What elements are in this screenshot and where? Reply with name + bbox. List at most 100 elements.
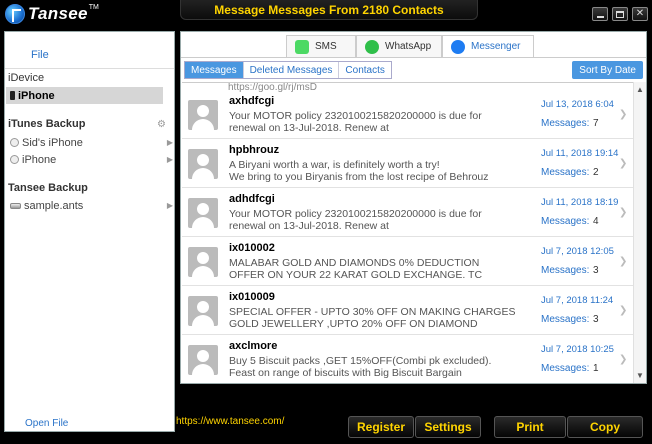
list-item[interactable]: axclmore Buy 5 Biscuit packs ,GET 15%OFF…	[182, 336, 633, 383]
tab-label: SMS	[315, 41, 337, 52]
chevron-right-icon: ❯	[619, 109, 628, 120]
scroll-down-icon[interactable]: ▼	[636, 371, 644, 380]
tansee-logo-icon	[5, 4, 25, 24]
messages-count: 4	[593, 216, 599, 227]
messages-count: 3	[593, 265, 599, 276]
window-controls: ✕	[592, 7, 648, 21]
avatar	[188, 149, 218, 179]
file-menu-link[interactable]: File	[31, 49, 49, 61]
message-preview: SPECIAL OFFER - UPTO 30% OFF ON MAKING C…	[229, 306, 519, 330]
sidebar: File iDevice iPhone iTunes Backup ⚙ Sid'…	[4, 31, 175, 432]
subtab-messages[interactable]: Messages	[185, 62, 244, 78]
preview-line: Your MOTOR policy 2320100215820200000 is…	[229, 208, 482, 220]
preview-line: renewal on 13-Jul-2018. Renew at	[229, 122, 389, 134]
register-button[interactable]: Register	[348, 416, 414, 438]
sender-name: axclmore	[229, 340, 278, 352]
messages-count: 1	[593, 363, 599, 374]
sidebar-item-iphone-backup[interactable]: iPhone ▶	[6, 151, 173, 168]
minimize-button[interactable]	[592, 7, 608, 21]
chevron-right-icon: ❯	[619, 207, 628, 218]
website-link[interactable]: https://www.tansee.com/	[176, 416, 284, 427]
minimize-icon	[596, 15, 604, 18]
chevron-right-icon: ❯	[619, 354, 628, 365]
tab-divider	[181, 57, 646, 58]
list-item[interactable]: hpbhrouz A Biryani worth a war, is defin…	[182, 140, 633, 188]
preview-line: Buy 5 Biscuit packs ,GET 15%OFF(Combi pk…	[229, 355, 492, 367]
sort-by-date-button[interactable]: Sort By Date	[572, 61, 643, 79]
whatsapp-icon	[365, 39, 379, 54]
sidebar-item-label: Sid's iPhone	[22, 136, 83, 149]
disk-icon	[10, 202, 21, 209]
messages-label: Messages:	[541, 265, 590, 276]
avatar	[188, 345, 218, 375]
message-preview: Your MOTOR policy 2320100215820200000 is…	[229, 110, 519, 134]
messages-count: 7	[593, 118, 599, 129]
itunes-icon	[10, 155, 19, 164]
sidebar-item-label: iPhone	[18, 89, 55, 102]
logo-text: Tansee	[28, 4, 88, 23]
copy-button[interactable]: Copy	[567, 416, 643, 438]
itunes-backup-section-title: iTunes Backup	[8, 118, 86, 130]
sidebar-item-iphone[interactable]: iPhone	[6, 87, 163, 104]
preview-line: SPECIAL OFFER - UPTO 30% OFF ON MAKING C…	[229, 306, 516, 318]
tab-sms[interactable]: SMS	[286, 35, 356, 57]
chevron-right-icon: ❯	[619, 305, 628, 316]
message-date: Jul 7, 2018 12:05	[541, 246, 614, 257]
subtab-deleted-messages[interactable]: Deleted Messages	[243, 62, 340, 78]
preview-line: Your MOTOR policy 2320100215820200000 is…	[229, 110, 482, 122]
message-date: Jul 13, 2018 6:04	[541, 99, 614, 110]
preview-line: A Biryani worth a war, is definitely wor…	[229, 159, 440, 171]
sender-name: ix010009	[229, 291, 275, 303]
sender-name: hpbhrouz	[229, 144, 280, 156]
tab-messenger[interactable]: Messenger	[442, 35, 534, 57]
chevron-right-icon: ▶	[166, 201, 173, 210]
maximize-icon	[616, 10, 624, 18]
message-date: Jul 11, 2018 19:14	[541, 148, 619, 159]
sender-name: adhdfcgi	[229, 193, 275, 205]
list-item[interactable]: axhdfcgi Your MOTOR policy 2320100215820…	[182, 91, 633, 139]
preview-line: GOLD JEWELLERY ,UPTO 20% OFF ON DIAMOND	[229, 318, 478, 330]
sender-name: axhdfcgi	[229, 95, 275, 107]
message-preview: A Biryani worth a war, is definitely wor…	[229, 159, 519, 183]
avatar	[188, 198, 218, 228]
phone-icon	[10, 91, 15, 100]
sidebar-item-label: iPhone	[22, 153, 57, 166]
preview-line: We bring to you Biryanis from the lost r…	[229, 171, 489, 183]
chevron-right-icon: ❯	[619, 158, 628, 169]
avatar	[188, 100, 218, 130]
settings-button[interactable]: Settings	[415, 416, 481, 438]
title-bar: Tansee TM Message Messages From 2180 Con…	[0, 0, 652, 28]
scroll-up-icon[interactable]: ▲	[636, 85, 644, 94]
chevron-right-icon: ▶	[166, 138, 173, 147]
messages-label: Messages:	[541, 118, 590, 129]
list-item[interactable]: adhdfcgi Your MOTOR policy 2320100215820…	[182, 189, 633, 237]
maximize-button[interactable]	[612, 7, 628, 21]
avatar	[188, 247, 218, 277]
preview-line: renewal on 13-Jul-2018. Renew at	[229, 220, 389, 232]
subtab-contacts[interactable]: Contacts	[339, 62, 391, 78]
close-button[interactable]: ✕	[632, 7, 648, 21]
message-date: Jul 11, 2018 18:19	[541, 197, 619, 208]
preview-line: OFFER ON YOUR 22 KARAT GOLD EXCHANGE. TC	[229, 269, 483, 281]
messages-count: 3	[593, 314, 599, 325]
itunes-icon	[10, 138, 19, 147]
messages-label: Messages:	[541, 314, 590, 325]
open-file-link[interactable]: Open File	[25, 418, 68, 429]
sidebar-item-sids-iphone[interactable]: Sid's iPhone ▶	[6, 134, 173, 151]
print-button[interactable]: Print	[494, 416, 566, 438]
sms-icon	[295, 39, 309, 54]
tab-label: WhatsApp	[385, 41, 432, 52]
close-icon: ✕	[635, 8, 645, 19]
list-item[interactable]: ix010002 MALABAR GOLD AND DIAMONDS 0% DE…	[182, 238, 633, 286]
window-title: Message Messages From 2180 Contacts	[180, 0, 478, 20]
sidebar-item-sample-ants[interactable]: sample.ants ▶	[6, 197, 173, 214]
chevron-right-icon: ❯	[619, 256, 628, 267]
gear-icon[interactable]: ⚙	[157, 119, 166, 130]
sender-name: ix010002	[229, 242, 275, 254]
tab-whatsapp[interactable]: WhatsApp	[356, 35, 442, 57]
chevron-right-icon: ▶	[166, 155, 173, 164]
sidebar-divider	[5, 68, 174, 69]
message-preview: Buy 5 Biscuit packs ,GET 15%OFF(Combi pk…	[229, 355, 519, 379]
message-list-scrollbar[interactable]: ▲ ▼	[633, 82, 646, 383]
list-item[interactable]: ix010009 SPECIAL OFFER - UPTO 30% OFF ON…	[182, 287, 633, 335]
